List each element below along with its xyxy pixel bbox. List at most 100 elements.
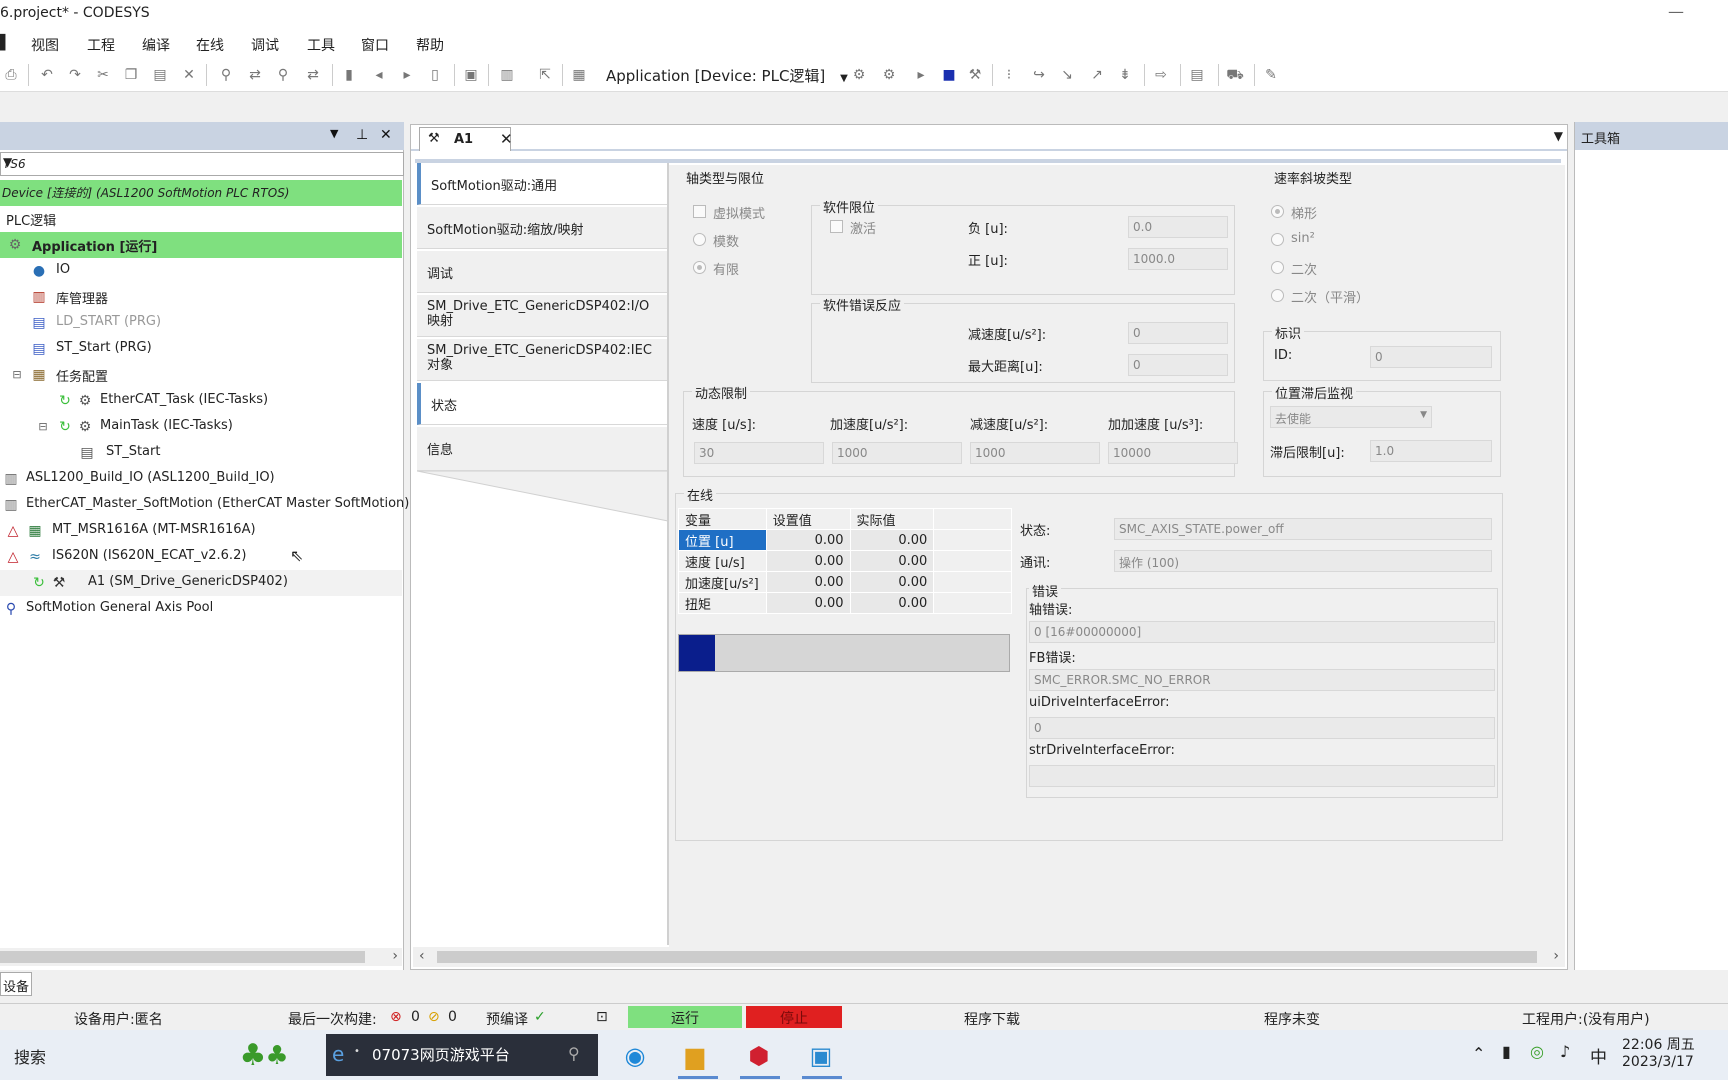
chevron-down-icon[interactable]: ▼ (1554, 129, 1563, 143)
stop-icon[interactable]: ■ (940, 66, 958, 84)
print-icon[interactable]: ⎙ (2, 66, 20, 84)
tree-item-asl1200-build-io[interactable]: ▥ ASL1200_Build_IO (ASL1200_Build_IO) (0, 466, 402, 492)
tree-item-device[interactable]: Device [连接的] (ASL1200 SoftMotion PLC RTO… (0, 180, 402, 206)
volume-icon[interactable]: ♪ (1560, 1042, 1570, 1061)
scroll-right-icon[interactable]: › (1553, 948, 1559, 964)
str-drive-error-field[interactable] (1029, 765, 1495, 787)
active-application-dropdown[interactable]: Application [Device: PLC逻辑] ▼ (606, 65, 848, 86)
menu-online[interactable]: 在线 (196, 35, 224, 55)
tree-item-main-task[interactable]: ⊟ ↻ ⚙ MainTask (IEC-Tasks) (0, 414, 402, 440)
comm-field[interactable]: 操作 (100) (1114, 550, 1492, 572)
table-row[interactable]: 速度 [u/s] 0.00 0.00 (678, 550, 1012, 572)
breakpoint-icon[interactable]: ⁝ (1000, 66, 1018, 84)
neg-limit-field[interactable]: 0.0 (1128, 216, 1228, 238)
edge-icon[interactable]: ◉ (614, 1038, 656, 1074)
id-field[interactable]: 0 (1370, 346, 1492, 368)
pos-limit-field[interactable]: 1000.0 (1128, 248, 1228, 270)
codesys-icon[interactable]: ⬢ (738, 1038, 780, 1074)
ramp-trapezoid-radio[interactable] (1271, 205, 1284, 218)
run-to-cursor-icon[interactable]: ⇟ (1116, 66, 1134, 84)
find-in-project-icon[interactable]: ⚲ (274, 66, 292, 84)
cut-icon[interactable]: ✂ (94, 66, 112, 84)
velocity-field[interactable]: 30 (694, 442, 824, 464)
table-row[interactable]: 加速度[u/s²] 0.00 0.00 (678, 571, 1012, 593)
chevron-up-icon[interactable]: ⌃ (1472, 1044, 1485, 1063)
copy-icon[interactable]: ❐ (122, 66, 140, 84)
scroll-right-icon[interactable]: › (392, 948, 398, 964)
menu-help[interactable]: 帮助 (416, 35, 444, 55)
replace-in-project-icon[interactable]: ⇄ (304, 66, 322, 84)
login-icon[interactable]: ⚙ (850, 66, 868, 84)
paste-icon[interactable]: ▤ (151, 66, 169, 84)
undo-icon[interactable]: ↶ (38, 66, 56, 84)
tree-item-io[interactable]: ● IO (0, 258, 402, 284)
ramp-quadratic-radio[interactable] (1271, 261, 1284, 274)
tab-devices[interactable]: 设备 (0, 972, 32, 996)
scrollbar-thumb[interactable] (437, 951, 1537, 963)
state-field[interactable]: SMC_AXIS_STATE.power_off (1114, 518, 1492, 540)
clock-date[interactable]: 2023/3/17 (1622, 1054, 1694, 1070)
tree-item-task-config[interactable]: ⊟ ▦ 任务配置 (0, 362, 402, 388)
table-row[interactable]: 扭矩 0.00 0.00 (678, 592, 1012, 614)
cart-icon[interactable]: ⛟ (1226, 66, 1244, 84)
microphone-icon[interactable]: ▮ (1502, 1042, 1511, 1061)
menu-build[interactable]: 编译 (142, 35, 170, 55)
reset-icon[interactable]: ⚒ (966, 66, 984, 84)
nav-io-mapping[interactable]: SM_Drive_ETC_GenericDSP402:I/O映射 (417, 295, 668, 337)
security-icon[interactable]: ◎ (1530, 1042, 1544, 1061)
nav-iec-objects[interactable]: SM_Drive_ETC_GenericDSP402:IEC对象 (417, 339, 668, 381)
jerk-field[interactable]: 10000 (1108, 442, 1238, 464)
tree-item-st-start-call[interactable]: ▤ ST_Start (0, 440, 402, 466)
tree-item-ethercat-master[interactable]: ▥ EtherCAT_Master_SoftMotion (EtherCAT M… (0, 492, 409, 518)
device-tree-hscrollbar[interactable]: › (0, 948, 402, 966)
lag-limit-field[interactable]: 1.0 (1370, 440, 1492, 462)
nav-info[interactable]: 信息 (417, 427, 668, 471)
tree-item-library-manager[interactable]: ▥ 库管理器 (0, 284, 402, 310)
editor-hscrollbar[interactable]: ‹ › (413, 947, 1565, 967)
export-icon[interactable]: ⇱ (536, 66, 554, 84)
tree-item-ld-start[interactable]: ▤ LD_START (PRG) (0, 310, 402, 336)
tree-item-a1-axis[interactable]: ↻ ⚒ A1 (SM_Drive_GenericDSP402) (0, 570, 402, 596)
chevron-down-icon[interactable]: ▼ (330, 127, 338, 140)
edit-icon[interactable]: ✎ (1262, 66, 1280, 84)
layout-icon[interactable]: ▥ (498, 66, 516, 84)
write-values-icon[interactable]: ⇨ (1152, 66, 1170, 84)
virtual-mode-checkbox[interactable] (693, 205, 706, 218)
calendar-icon[interactable]: ▦ (570, 66, 588, 84)
step-over-icon[interactable]: ↪ (1030, 66, 1048, 84)
bookmark-prev-icon[interactable]: ◂ (370, 66, 388, 84)
replace-icon[interactable]: ⇄ (246, 66, 264, 84)
nav-debug[interactable]: 调试 (417, 251, 668, 293)
bookmark-icon[interactable]: ▮ (340, 66, 358, 84)
accel-field[interactable]: 1000 (832, 442, 962, 464)
taskbar-browser-tab[interactable]: e • 07073网页游戏平台 ⚲ (326, 1034, 598, 1076)
tree-item-ethercat-task[interactable]: ↻ ⚙ EtherCAT_Task (IEC-Tasks) (0, 388, 402, 414)
menu-project[interactable]: 工程 (87, 35, 115, 55)
tree-item-st-start[interactable]: ▤ ST_Start (PRG) (0, 336, 402, 362)
bookmark-clear-icon[interactable]: ▯ (426, 66, 444, 84)
step-into-icon[interactable]: ↘ (1058, 66, 1076, 84)
ramp-quadratic-smooth-radio[interactable] (1271, 289, 1284, 302)
tree-item-is620n[interactable]: △ ≈ IS620N (IS620N_ECAT_v2.6.2) (0, 544, 402, 570)
logout-icon[interactable]: ⚙ (880, 66, 898, 84)
soft-error-decel-field[interactable]: 0 (1128, 322, 1228, 344)
taskbar-search[interactable]: 搜索 (14, 1044, 46, 1068)
find-icon[interactable]: ⚲ (217, 66, 235, 84)
collapse-icon[interactable]: ⊟ (8, 366, 26, 384)
lag-mode-select[interactable]: 去使能 ▼ (1270, 406, 1432, 428)
ui-drive-error-field[interactable]: 0 (1029, 717, 1495, 739)
tab-a1[interactable]: ⚒ A1 ✕ (419, 127, 513, 151)
table-row[interactable]: 位置 [u] 0.00 0.00 (678, 529, 1012, 551)
ramp-sin2-radio[interactable] (1271, 233, 1284, 246)
nav-softmotion-general[interactable]: SoftMotion驱动:通用 (417, 163, 668, 205)
menu-file-partial[interactable]: ▌ (0, 35, 11, 51)
tree-item-application[interactable]: ⚙ Application [运行] (0, 232, 402, 258)
close-icon[interactable]: ✕ (380, 127, 392, 143)
close-icon[interactable]: ✕ (500, 130, 513, 148)
clock-time[interactable]: 22:06 周五 (1622, 1034, 1695, 1054)
delete-icon[interactable]: ✕ (180, 66, 198, 84)
window-icon[interactable]: ▣ (462, 66, 480, 84)
tree-item-mt-msr1616a[interactable]: △ ▦ MT_MSR1616A (MT-MSR1616A) (0, 518, 402, 544)
redo-icon[interactable]: ↷ (66, 66, 84, 84)
tree-item-axis-pool[interactable]: ⚲ SoftMotion General Axis Pool (0, 596, 402, 622)
